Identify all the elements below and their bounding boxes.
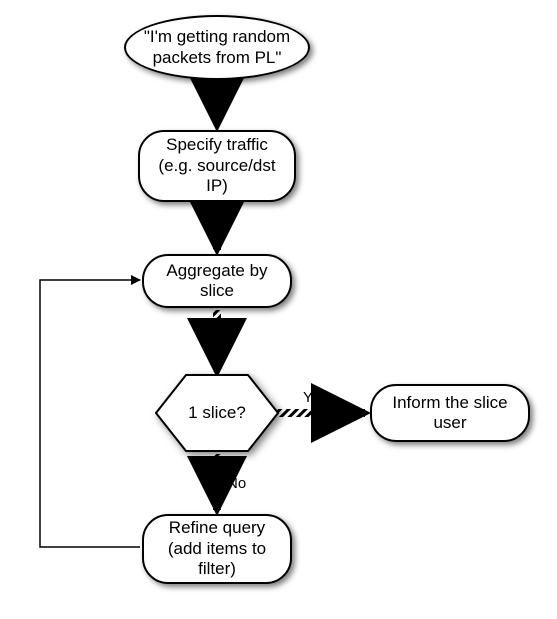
start-node: "I'm getting random packets from PL" <box>124 15 310 80</box>
yes-label: Yes <box>303 389 327 406</box>
specify-node: Specify traffic (e.g. source/dst IP) <box>138 130 296 202</box>
refine-node: Refine query (add items to filter) <box>142 514 292 584</box>
no-label: No <box>227 475 246 492</box>
inform-node: Inform the slice user <box>370 384 530 442</box>
decision-node: 1 slice? <box>155 374 279 452</box>
decision-label: 1 slice? <box>188 403 246 423</box>
inform-label: Inform the slice user <box>384 393 516 434</box>
specify-label: Specify traffic (e.g. source/dst IP) <box>152 135 282 196</box>
aggregate-node: Aggregate by slice <box>142 254 292 308</box>
refine-label: Refine query (add items to filter) <box>156 518 278 579</box>
start-label: "I'm getting random packets from PL" <box>138 27 296 68</box>
aggregate-label: Aggregate by slice <box>156 261 278 302</box>
